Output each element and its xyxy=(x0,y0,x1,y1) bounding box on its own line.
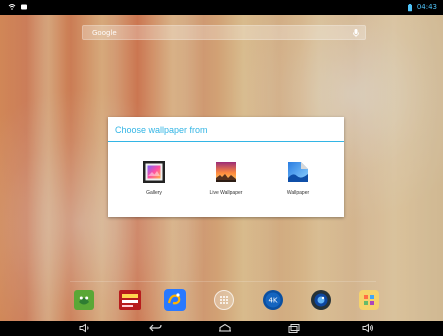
volume-down-button[interactable] xyxy=(76,322,94,334)
dock-item-kids[interactable] xyxy=(355,287,383,313)
recent-apps-icon xyxy=(288,324,300,333)
dock-divider xyxy=(70,281,376,282)
uc-browser-icon xyxy=(164,289,186,311)
home-button[interactable] xyxy=(216,322,234,334)
camera-icon xyxy=(311,290,331,310)
recent-apps-button[interactable] xyxy=(286,322,304,334)
status-right-icons: 04:43 xyxy=(406,0,437,15)
wallpaper-label: Wallpaper xyxy=(286,190,310,196)
wallpaper-chooser-dialog: Choose wallpaper from Gallery Live Wallp… xyxy=(108,117,344,217)
home-icon xyxy=(219,323,231,332)
cctv-app-icon xyxy=(119,290,141,310)
search-bar[interactable]: Google xyxy=(82,25,366,40)
microphone-icon xyxy=(353,29,359,38)
svg-text:4K: 4K xyxy=(268,296,277,304)
battery-icon xyxy=(407,3,412,11)
option-wallpaper[interactable]: Wallpaper xyxy=(262,151,334,203)
status-bar: 04:43 xyxy=(0,0,443,15)
dock-item-camera[interactable] xyxy=(307,287,335,313)
navigation-bar xyxy=(0,321,443,336)
volume-up-icon xyxy=(362,323,373,333)
kids-app-icon xyxy=(359,290,379,310)
live-wallpaper-label: Live Wallpaper xyxy=(209,190,243,196)
dialog-divider xyxy=(108,141,344,142)
app-dock: 4K xyxy=(0,287,443,313)
wallpaper-icon xyxy=(286,160,310,184)
gallery-icon xyxy=(142,160,166,184)
dock-item-cctv[interactable] xyxy=(116,287,144,313)
dialog-title: Choose wallpaper from xyxy=(115,125,208,135)
4k-app-icon: 4K xyxy=(263,290,283,310)
dock-item-uc-browser[interactable] xyxy=(161,287,189,313)
option-gallery[interactable]: Gallery xyxy=(118,151,190,203)
live-wallpaper-icon xyxy=(214,160,238,184)
search-label: Google xyxy=(92,29,117,37)
wifi-icon xyxy=(8,4,16,10)
gallery-label: Gallery xyxy=(146,190,162,196)
volume-down-icon xyxy=(79,323,89,333)
dock-item-app-drawer[interactable] xyxy=(210,287,238,313)
notification-icon xyxy=(21,4,27,10)
dock-item-frog[interactable] xyxy=(70,287,98,313)
status-time: 04:43 xyxy=(416,3,437,11)
back-button[interactable] xyxy=(147,322,165,334)
wallpaper-options: Gallery Live Wallpaper Wallpaper xyxy=(108,151,344,203)
back-icon xyxy=(149,324,162,332)
option-live-wallpaper[interactable]: Live Wallpaper xyxy=(190,151,262,203)
app-drawer-icon xyxy=(214,290,234,310)
dock-item-4k[interactable]: 4K xyxy=(259,287,287,313)
status-left-icons xyxy=(8,3,28,11)
frog-app-icon xyxy=(74,290,94,310)
volume-up-button[interactable] xyxy=(359,322,377,334)
